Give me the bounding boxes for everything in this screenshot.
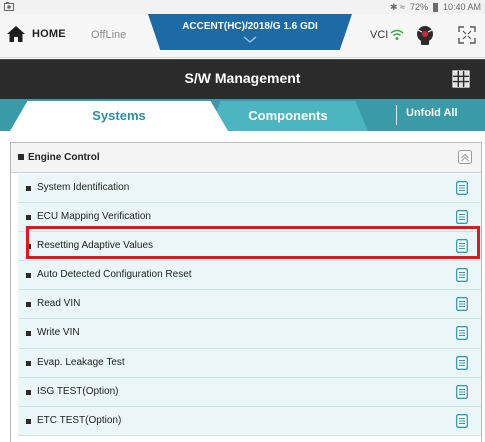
grid-icon[interactable] (452, 70, 470, 88)
bullet-icon (26, 302, 31, 308)
wifi-icon (390, 29, 404, 40)
document-icon[interactable] (456, 413, 468, 428)
document-icon[interactable] (456, 297, 468, 312)
list-item-label: Auto Detected Configuration Reset (37, 269, 192, 281)
document-icon[interactable] (456, 326, 468, 341)
list-item-label: ISG TEST(Option) (37, 385, 119, 397)
document-icon[interactable] (456, 268, 468, 283)
tab-divider (396, 105, 397, 125)
list-item-etc-test[interactable]: ETC TEST(Option) (18, 406, 481, 436)
battery-percent: 72% (409, 2, 428, 12)
list-item-system-identification[interactable]: System Identification (18, 174, 481, 204)
list-item-label: ECU Mapping Verification (37, 211, 151, 223)
list-item-label: Read VIN (37, 298, 81, 310)
clock: 10:40 AM (442, 2, 481, 12)
vehicle-selector[interactable]: ACCENT(HC)/2018/G 1.6 GDI (148, 14, 352, 50)
document-icon[interactable] (456, 384, 468, 399)
unfold-all-button[interactable]: Unfold All (406, 107, 458, 119)
list-item-label: ETC TEST(Option) (37, 414, 122, 426)
list-item-auto-detected-configuration-reset[interactable]: Auto Detected Configuration Reset (18, 261, 481, 291)
home-label: HOME (32, 28, 66, 40)
list-item-isg-test[interactable]: ISG TEST(Option) (18, 377, 481, 407)
connection-status: OffLine (91, 29, 127, 41)
tab-systems-label: Systems (92, 108, 146, 123)
tab-bar: Components Systems Unfold All (0, 99, 485, 131)
document-icon[interactable] (456, 210, 468, 225)
bullet-icon (26, 389, 31, 395)
bullet-icon (26, 273, 31, 279)
list-item-ecu-mapping-verification[interactable]: ECU Mapping Verification (18, 203, 481, 233)
bullet-icon (26, 360, 31, 366)
system-list: System Identification ECU Mapping Verifi… (18, 174, 481, 436)
list-item-resetting-adaptive-values[interactable]: Resetting Adaptive Values (18, 232, 481, 262)
list-item-label: Evap. Leakage Test (37, 356, 125, 368)
collapse-icon[interactable] (458, 150, 472, 164)
vehicle-name: ACCENT(HC)/2018/G 1.6 GDI (182, 21, 318, 32)
page-title: S/W Management (184, 70, 301, 86)
vci-tool-icon[interactable] (414, 24, 436, 46)
list-item-label: Write VIN (37, 327, 80, 339)
status-indicators: ✱ ≈ 72% 10:40 AM (390, 1, 481, 13)
bullet-icon (26, 244, 31, 250)
document-icon[interactable] (456, 181, 468, 195)
group-header-engine-control[interactable]: Engine Control (11, 143, 481, 173)
vci-label: VCI (370, 29, 389, 41)
battery-icon (432, 2, 438, 12)
gallery-icon (4, 2, 14, 11)
status-bar: ✱ ≈ 72% 10:40 AM (0, 0, 485, 14)
bullet-icon (26, 331, 31, 337)
list-item-label: System Identification (37, 182, 130, 193)
bullet-icon (18, 154, 24, 160)
expand-icon[interactable] (458, 26, 476, 44)
bullet-icon (26, 186, 31, 191)
bullet-icon (26, 418, 31, 424)
title-bar: S/W Management (0, 59, 485, 99)
list-item-label: Resetting Adaptive Values (37, 240, 154, 252)
group-label: Engine Control (28, 152, 100, 163)
home-button[interactable]: HOME (6, 25, 66, 43)
list-item-evap-leakage-test[interactable]: Evap. Leakage Test (18, 348, 481, 378)
system-list-frame: Engine Control System Identification ECU… (10, 142, 482, 442)
document-icon[interactable] (456, 239, 468, 254)
home-icon (7, 26, 25, 42)
chevron-down-icon (243, 36, 257, 43)
content-area: Engine Control System Identification ECU… (0, 131, 485, 442)
tab-systems[interactable]: Systems (10, 101, 228, 131)
top-bar: HOME OffLine ACCENT(HC)/2018/G 1.6 GDI V… (0, 14, 485, 58)
bullet-icon (26, 215, 31, 221)
signal-icons: ✱ ≈ (389, 1, 405, 12)
list-item-read-vin[interactable]: Read VIN (18, 290, 481, 320)
tab-components-label: Components (248, 108, 328, 123)
document-icon[interactable] (456, 355, 468, 370)
tab-components[interactable]: Components (208, 101, 368, 131)
list-item-write-vin[interactable]: Write VIN (18, 319, 481, 349)
